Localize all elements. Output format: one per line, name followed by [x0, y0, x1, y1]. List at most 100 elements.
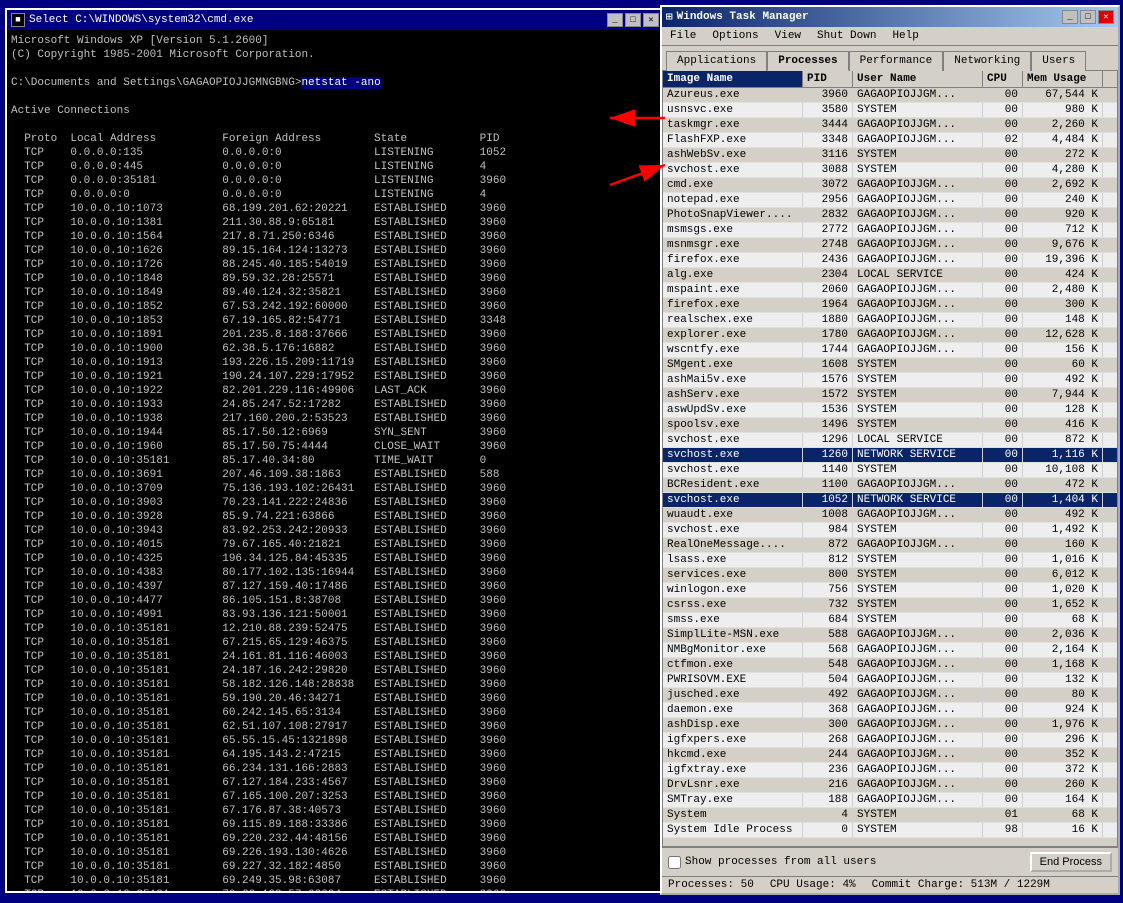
col-mem-usage[interactable]: Mem Usage: [1023, 71, 1103, 87]
cell-mem: 4,280 K: [1023, 163, 1103, 177]
menu-options[interactable]: Options: [708, 29, 762, 43]
cell-pid: 244: [803, 748, 853, 762]
table-row[interactable]: hkcmd.exe 244 GAGAOPIOJJGM... 00 352 K: [663, 748, 1117, 763]
table-row[interactable]: RealOneMessage.... 872 GAGAOPIOJJGM... 0…: [663, 538, 1117, 553]
table-row[interactable]: PhotoSnapViewer.... 2832 GAGAOPIOJJGM...…: [663, 208, 1117, 223]
table-row[interactable]: wscntfy.exe 1744 GAGAOPIOJJGM... 00 156 …: [663, 343, 1117, 358]
menu-file[interactable]: File: [666, 29, 700, 43]
cell-user: SYSTEM: [853, 373, 983, 387]
tab-applications[interactable]: Applications: [666, 51, 767, 71]
table-row[interactable]: svchost.exe 1140 SYSTEM 00 10,108 K: [663, 463, 1117, 478]
table-row[interactable]: ashServ.exe 1572 SYSTEM 00 7,944 K: [663, 388, 1117, 403]
tm-restore-button[interactable]: □: [1080, 10, 1096, 24]
cell-user: GAGAOPIOJJGM...: [853, 238, 983, 252]
cell-cpu: 00: [983, 343, 1023, 357]
cell-mem: 1,404 K: [1023, 493, 1103, 507]
cell-mem: 60 K: [1023, 358, 1103, 372]
tm-titlebar: ⊞ Windows Task Manager _ □ ✕: [662, 7, 1118, 27]
table-row[interactable]: DrvLsnr.exe 216 GAGAOPIOJJGM... 00 260 K: [663, 778, 1117, 793]
table-row[interactable]: firefox.exe 1964 GAGAOPIOJJGM... 00 300 …: [663, 298, 1117, 313]
cell-cpu: 00: [983, 553, 1023, 567]
table-row[interactable]: ctfmon.exe 548 GAGAOPIOJJGM... 00 1,168 …: [663, 658, 1117, 673]
table-row[interactable]: svchost.exe 3088 SYSTEM 00 4,280 K: [663, 163, 1117, 178]
tab-performance[interactable]: Performance: [849, 51, 944, 71]
table-row[interactable]: alg.exe 2304 LOCAL SERVICE 00 424 K: [663, 268, 1117, 283]
col-user-name[interactable]: User Name: [853, 71, 983, 87]
table-row[interactable]: BCResident.exe 1100 GAGAOPIOJJGM... 00 4…: [663, 478, 1117, 493]
table-row[interactable]: msnmsgr.exe 2748 GAGAOPIOJJGM... 00 9,67…: [663, 238, 1117, 253]
tab-users[interactable]: Users: [1031, 51, 1086, 71]
table-row[interactable]: igfxpers.exe 268 GAGAOPIOJJGM... 00 296 …: [663, 733, 1117, 748]
table-row[interactable]: mspaint.exe 2060 GAGAOPIOJJGM... 00 2,48…: [663, 283, 1117, 298]
table-row[interactable]: svchost.exe 1260 NETWORK SERVICE 00 1,11…: [663, 448, 1117, 463]
table-row[interactable]: notepad.exe 2956 GAGAOPIOJJGM... 00 240 …: [663, 193, 1117, 208]
col-pid[interactable]: PID: [803, 71, 853, 87]
table-row[interactable]: PWRISOVM.EXE 504 GAGAOPIOJJGM... 00 132 …: [663, 673, 1117, 688]
cell-pid: 1052: [803, 493, 853, 507]
tm-minimize-button[interactable]: _: [1062, 10, 1078, 24]
table-row[interactable]: explorer.exe 1780 GAGAOPIOJJGM... 00 12,…: [663, 328, 1117, 343]
cell-user: GAGAOPIOJJGM...: [853, 283, 983, 297]
table-row[interactable]: svchost.exe 1052 NETWORK SERVICE 00 1,40…: [663, 493, 1117, 508]
table-row[interactable]: ashDisp.exe 300 GAGAOPIOJJGM... 00 1,976…: [663, 718, 1117, 733]
table-row[interactable]: aswUpdSv.exe 1536 SYSTEM 00 128 K: [663, 403, 1117, 418]
table-row[interactable]: igfxtray.exe 236 GAGAOPIOJJGM... 00 372 …: [663, 763, 1117, 778]
tm-close-button[interactable]: ✕: [1098, 10, 1114, 24]
cell-pid: 568: [803, 643, 853, 657]
table-row[interactable]: cmd.exe 3072 GAGAOPIOJJGM... 00 2,692 K: [663, 178, 1117, 193]
table-row[interactable]: System 4 SYSTEM 01 68 K: [663, 808, 1117, 823]
table-row[interactable]: csrss.exe 732 SYSTEM 00 1,652 K: [663, 598, 1117, 613]
cell-pid: 732: [803, 598, 853, 612]
col-image-name[interactable]: Image Name: [663, 71, 803, 87]
table-row[interactable]: System Idle Process 0 SYSTEM 98 16 K: [663, 823, 1117, 838]
show-all-checkbox[interactable]: [668, 856, 681, 869]
table-row[interactable]: svchost.exe 984 SYSTEM 00 1,492 K: [663, 523, 1117, 538]
cell-cpu: 00: [983, 253, 1023, 267]
cell-image-name: RealOneMessage....: [663, 538, 803, 552]
cell-image-name: firefox.exe: [663, 253, 803, 267]
cell-mem: 1,652 K: [1023, 598, 1103, 612]
table-row[interactable]: spoolsv.exe 1496 SYSTEM 00 416 K: [663, 418, 1117, 433]
cell-pid: 588: [803, 628, 853, 642]
cell-cpu: 00: [983, 268, 1023, 282]
cell-pid: 1608: [803, 358, 853, 372]
cell-cpu: 00: [983, 673, 1023, 687]
tab-networking[interactable]: Networking: [943, 51, 1031, 71]
table-row[interactable]: ashMai5v.exe 1576 SYSTEM 00 492 K: [663, 373, 1117, 388]
cmd-minimize-button[interactable]: _: [607, 13, 623, 27]
table-row[interactable]: realschex.exe 1880 GAGAOPIOJJGM... 00 14…: [663, 313, 1117, 328]
table-row[interactable]: smss.exe 684 SYSTEM 00 68 K: [663, 613, 1117, 628]
table-row[interactable]: wuaudt.exe 1008 GAGAOPIOJJGM... 00 492 K: [663, 508, 1117, 523]
table-row[interactable]: Azureus.exe 3960 GAGAOPIOJJGM... 00 67,5…: [663, 88, 1117, 103]
table-row[interactable]: services.exe 800 SYSTEM 00 6,012 K: [663, 568, 1117, 583]
col-cpu[interactable]: CPU: [983, 71, 1023, 87]
table-row[interactable]: daemon.exe 368 GAGAOPIOJJGM... 00 924 K: [663, 703, 1117, 718]
cmd-close-button[interactable]: ✕: [643, 13, 659, 27]
tab-processes[interactable]: Processes: [767, 51, 848, 71]
menu-help[interactable]: Help: [888, 29, 922, 43]
menu-shutdown[interactable]: Shut Down: [813, 29, 880, 43]
table-row[interactable]: taskmgr.exe 3444 GAGAOPIOJJGM... 00 2,26…: [663, 118, 1117, 133]
table-row[interactable]: jusched.exe 492 GAGAOPIOJJGM... 00 80 K: [663, 688, 1117, 703]
tm-table-body[interactable]: Azureus.exe 3960 GAGAOPIOJJGM... 00 67,5…: [663, 88, 1117, 846]
cmd-restore-button[interactable]: □: [625, 13, 641, 27]
cell-cpu: 00: [983, 433, 1023, 447]
table-row[interactable]: lsass.exe 812 SYSTEM 00 1,016 K: [663, 553, 1117, 568]
table-row[interactable]: SMgent.exe 1608 SYSTEM 00 60 K: [663, 358, 1117, 373]
table-row[interactable]: usnsvc.exe 3580 SYSTEM 00 980 K: [663, 103, 1117, 118]
end-process-button[interactable]: End Process: [1030, 852, 1112, 872]
table-row[interactable]: svchost.exe 1296 LOCAL SERVICE 00 872 K: [663, 433, 1117, 448]
table-row[interactable]: firefox.exe 2436 GAGAOPIOJJGM... 00 19,3…: [663, 253, 1117, 268]
table-row[interactable]: winlogon.exe 756 SYSTEM 00 1,020 K: [663, 583, 1117, 598]
table-row[interactable]: SMTray.exe 188 GAGAOPIOJJGM... 00 164 K: [663, 793, 1117, 808]
table-row[interactable]: FlashFXP.exe 3348 GAGAOPIOJJGM... 02 4,4…: [663, 133, 1117, 148]
table-row[interactable]: ashWebSv.exe 3116 SYSTEM 00 272 K: [663, 148, 1117, 163]
table-row[interactable]: SimplLite-MSN.exe 588 GAGAOPIOJJGM... 00…: [663, 628, 1117, 643]
cell-user: GAGAOPIOJJGM...: [853, 778, 983, 792]
cell-cpu: 00: [983, 463, 1023, 477]
cell-image-name: svchost.exe: [663, 433, 803, 447]
menu-view[interactable]: View: [771, 29, 805, 43]
table-row[interactable]: NMBgMonitor.exe 568 GAGAOPIOJJGM... 00 2…: [663, 643, 1117, 658]
table-row[interactable]: msmsgs.exe 2772 GAGAOPIOJJGM... 00 712 K: [663, 223, 1117, 238]
cell-user: GAGAOPIOJJGM...: [853, 478, 983, 492]
